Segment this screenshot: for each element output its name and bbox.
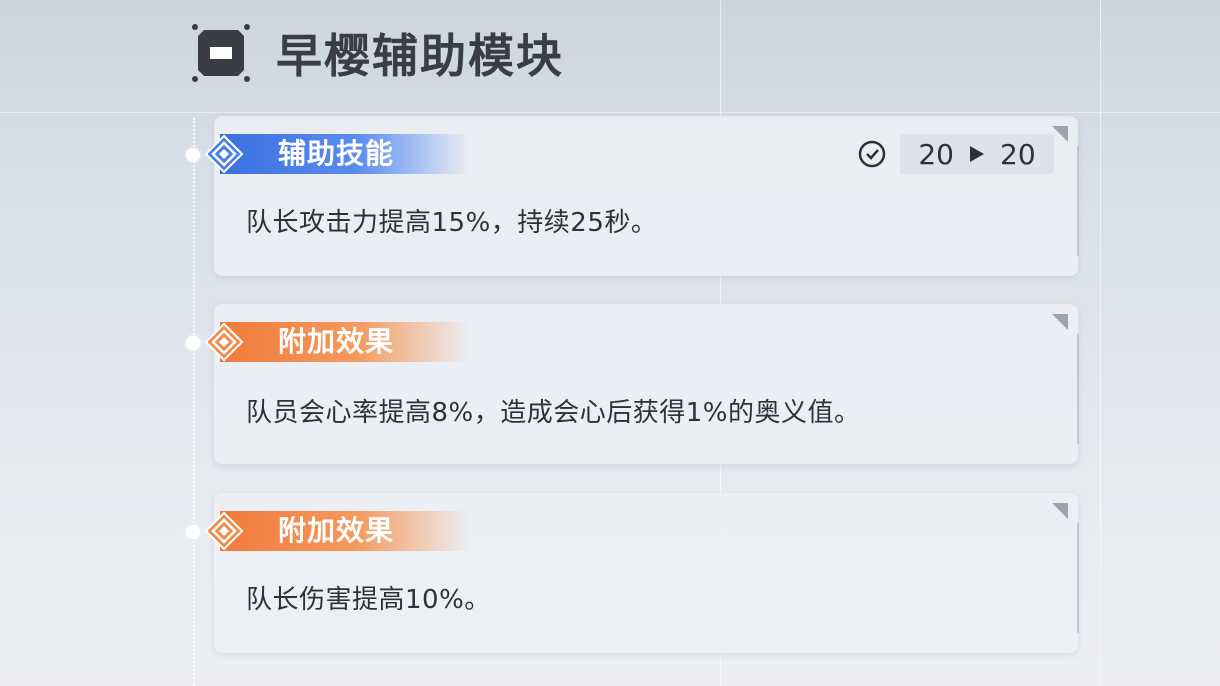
page-header: 早樱辅助模块 bbox=[190, 18, 564, 88]
timeline-dot bbox=[186, 336, 200, 350]
effect-tag: 附加效果 bbox=[200, 507, 470, 555]
effect-description: 队长伤害提高10%。 bbox=[246, 585, 491, 615]
timer-icon bbox=[856, 138, 888, 170]
card-edge-notch bbox=[1071, 334, 1079, 444]
card-edge-notch bbox=[1071, 146, 1079, 256]
cooldown-to: 20 bbox=[1000, 137, 1036, 171]
skill-tag: 辅助技能 bbox=[200, 130, 470, 178]
tag-label: 附加效果 bbox=[278, 514, 395, 547]
diamond-icon bbox=[204, 322, 244, 362]
skill-description: 队长攻击力提高15%，持续25秒。 bbox=[246, 208, 658, 238]
tag-label: 辅助技能 bbox=[278, 137, 395, 170]
effect-description: 队员会心率提高8%，造成会心后获得1%的奥义值。 bbox=[246, 398, 861, 428]
background-line bbox=[1100, 0, 1101, 686]
corner-mark bbox=[1052, 503, 1068, 519]
corner-mark bbox=[1052, 126, 1068, 142]
arrow-right-icon bbox=[970, 146, 984, 162]
effect-card: 附加效果 队长伤害提高10%。 bbox=[204, 493, 1079, 653]
timeline-dot bbox=[186, 148, 200, 162]
effect-card: 附加效果 队员会心率提高8%，造成会心后获得1%的奥义值。 bbox=[204, 304, 1079, 464]
skill-card: 辅助技能 20 20 队长攻击力提高15%，持续25秒。 bbox=[204, 116, 1079, 276]
timeline-line bbox=[193, 118, 196, 686]
cooldown-values: 20 20 bbox=[900, 134, 1054, 174]
cooldown-display: 20 20 bbox=[856, 134, 1054, 174]
diamond-icon bbox=[204, 134, 244, 174]
background-line bbox=[0, 112, 1220, 113]
effect-tag: 附加效果 bbox=[200, 318, 470, 366]
cooldown-from: 20 bbox=[918, 137, 954, 171]
corner-mark bbox=[1052, 314, 1068, 330]
module-chip-icon bbox=[190, 22, 252, 84]
timeline-dot bbox=[186, 525, 200, 539]
diamond-icon bbox=[204, 511, 244, 551]
page-title: 早樱辅助模块 bbox=[276, 29, 564, 83]
tag-label: 附加效果 bbox=[278, 325, 395, 358]
card-edge-notch bbox=[1071, 523, 1079, 633]
